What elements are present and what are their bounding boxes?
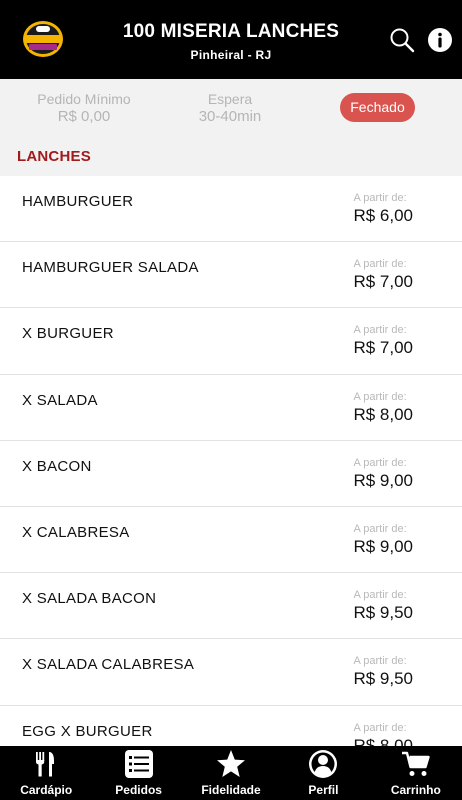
menu-item-name: HAMBURGUER SALADA: [22, 259, 199, 277]
price-from-label: A partir de:: [353, 324, 407, 337]
price-from-label: A partir de:: [353, 655, 407, 668]
min-order-info: Pedido Mínimo R$ 0,00: [34, 91, 134, 125]
nav-item-perfil[interactable]: Perfil: [277, 746, 369, 800]
menu-item[interactable]: X SALADA CALABRESA A partir de: R$ 9,50: [0, 639, 462, 706]
price-from-label: A partir de:: [353, 522, 407, 535]
cart-icon: [401, 751, 430, 776]
menu-item-price-block: A partir de: R$ 6,00: [353, 192, 413, 227]
menu-item-name: X BURGUER: [22, 325, 114, 343]
nav-item-carrinho[interactable]: Carrinho: [370, 746, 462, 800]
star-icon: [217, 750, 246, 777]
menu-item-price-block: A partir de: R$ 9,50: [353, 655, 413, 690]
list-icon: [124, 750, 153, 778]
nav-label-carrinho: Carrinho: [390, 783, 441, 797]
menu-item-price-block: A partir de: R$ 9,50: [353, 589, 413, 624]
wait-time-value: 30-40min: [198, 108, 262, 125]
menu-item-name: EGG X BURGUER: [22, 722, 153, 740]
menu-item-price: R$ 9,50: [353, 669, 413, 689]
menu-item-price-block: A partir de: R$ 7,00: [353, 258, 413, 293]
menu-item-price-block: A partir de: R$ 7,00: [353, 324, 413, 359]
menu-item-name: HAMBURGUER: [22, 193, 134, 210]
menu-item-price: R$ 7,00: [353, 272, 413, 292]
menu-item-price: R$ 8,00: [353, 404, 413, 424]
min-order-label: Pedido Mínimo: [37, 91, 131, 107]
nav-label-pedidos: Pedidos: [115, 783, 162, 797]
nav-item-pedidos[interactable]: Pedidos: [92, 746, 184, 800]
status-badge: Fechado: [340, 93, 415, 122]
menu-item[interactable]: EGG X BURGUER A partir de: R$ 8,00: [0, 705, 462, 747]
menu-item[interactable]: X BURGUER A partir de: R$ 7,00: [0, 308, 462, 375]
menu-item-price: R$ 7,00: [353, 338, 413, 358]
menu-item-price-block: A partir de: R$ 8,00: [353, 722, 413, 747]
menu-item[interactable]: X SALADA BACON A partir de: R$ 9,50: [0, 573, 462, 640]
menu-item[interactable]: X CALABRESA A partir de: R$ 9,00: [0, 506, 462, 574]
wait-time-info: Espera 30-40min: [180, 91, 280, 125]
nav-label-perfil: Perfil: [308, 783, 339, 797]
menu-item[interactable]: HAMBURGUER A partir de: R$ 6,00: [0, 176, 462, 243]
menu-item-name: X SALADA BACON: [22, 590, 157, 608]
menu-item-name: X SALADA: [22, 391, 98, 409]
menu-item-list: HAMBURGUER A partir de: R$ 6,00 HAMBURGU…: [0, 176, 462, 746]
price-from-label: A partir de:: [353, 721, 407, 734]
search-icon[interactable]: [389, 27, 415, 53]
menu-item-price: R$ 9,50: [353, 603, 413, 623]
price-from-label: A partir de:: [353, 456, 407, 469]
min-order-value: R$ 0,00: [57, 108, 111, 125]
app-header: 100 MISERIA LANCHES Pinheiral - RJ: [0, 0, 462, 79]
menu-item-price-block: A partir de: R$ 8,00: [353, 391, 413, 426]
menu-item[interactable]: X SALADA A partir de: R$ 8,00: [0, 374, 462, 441]
price-from-label: A partir de:: [353, 390, 407, 403]
bottom-navigation: Cardápio Pedidos Fidelidade Perfil Carri…: [0, 746, 462, 800]
price-from-label: A partir de:: [353, 192, 407, 204]
menu-item-name: X BACON: [22, 457, 92, 475]
nav-label-fidelidade: Fidelidade: [201, 783, 261, 797]
nav-item-fidelidade[interactable]: Fidelidade: [185, 746, 277, 800]
nav-label-cardapio: Cardápio: [20, 783, 73, 797]
fork-knife-icon: [36, 752, 55, 777]
price-from-label: A partir de:: [353, 258, 407, 271]
menu-item[interactable]: X BACON A partir de: R$ 9,00: [0, 440, 462, 507]
menu-item-price: R$ 9,00: [353, 536, 413, 556]
store-info-bar: Pedido Mínimo R$ 0,00 Espera 30-40min Fe…: [0, 79, 462, 135]
menu-item-name: X CALABRESA: [22, 523, 130, 541]
menu-item-price-block: A partir de: R$ 9,00: [353, 457, 413, 492]
menu-item-price: R$ 8,00: [353, 735, 413, 747]
menu-item-price: R$ 9,00: [353, 470, 413, 490]
menu-item-price-block: A partir de: R$ 9,00: [353, 523, 413, 558]
user-icon: [309, 750, 338, 778]
wait-time-label: Espera: [207, 91, 253, 107]
category-title: LANCHES: [17, 148, 91, 165]
info-icon[interactable]: [427, 27, 453, 53]
menu-item[interactable]: HAMBURGUER SALADA A partir de: R$ 7,00: [0, 242, 462, 309]
menu-item-name: X SALADA CALABRESA: [22, 656, 195, 674]
price-from-label: A partir de:: [353, 589, 407, 602]
menu-item-price: R$ 6,00: [353, 206, 413, 225]
nav-item-cardapio[interactable]: Cardápio: [0, 746, 92, 800]
